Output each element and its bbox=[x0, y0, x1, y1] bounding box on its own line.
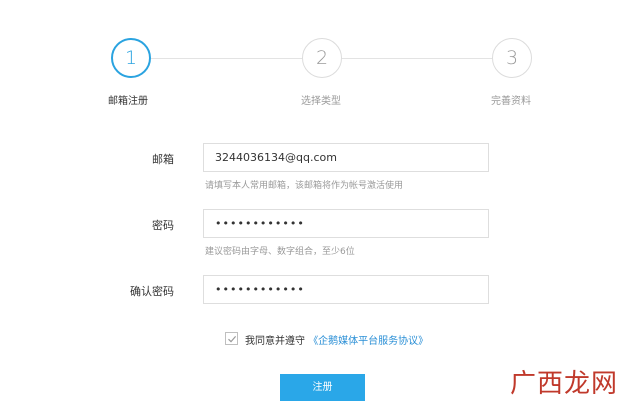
email-label: 邮箱 bbox=[152, 153, 174, 166]
step-3-circle: 3 bbox=[492, 38, 532, 78]
password-hint: 建议密码由字母、数字组合，至少6位 bbox=[205, 247, 355, 257]
step-2-label: 选择类型 bbox=[301, 96, 341, 107]
confirm-password-label: 确认密码 bbox=[130, 285, 174, 298]
step-3-label: 完善资料 bbox=[491, 96, 531, 107]
checkmark-icon bbox=[228, 336, 237, 343]
register-button[interactable]: 注册 bbox=[280, 374, 365, 401]
registration-stepper: 1 2 3 邮箱注册 选择类型 完善资料 bbox=[0, 0, 640, 120]
step-1-label: 邮箱注册 bbox=[108, 96, 148, 107]
agreement-checkbox[interactable] bbox=[225, 332, 238, 345]
agreement-prefix: 我同意并遵守 bbox=[245, 336, 305, 347]
watermark-text: 广西龙网 bbox=[510, 369, 619, 399]
email-field[interactable]: 3244036134@qq.com bbox=[203, 143, 489, 172]
watermark-logo: 广西龙网 bbox=[510, 363, 634, 413]
password-field[interactable]: •••••••••••• bbox=[203, 209, 489, 238]
service-agreement-link[interactable]: 《企鹅媒体平台服务协议》 bbox=[308, 336, 428, 347]
step-connector bbox=[342, 58, 492, 59]
email-hint: 请填写本人常用邮箱，该邮箱将作为帐号激活使用 bbox=[205, 181, 404, 191]
agreement-text: 我同意并遵守 《企鹅媒体平台服务协议》 bbox=[245, 332, 428, 347]
step-1-circle: 1 bbox=[111, 38, 151, 78]
password-label: 密码 bbox=[152, 219, 174, 232]
step-2-circle: 2 bbox=[302, 38, 342, 78]
confirm-password-field[interactable]: •••••••••••• bbox=[203, 275, 489, 304]
step-connector bbox=[150, 58, 302, 59]
